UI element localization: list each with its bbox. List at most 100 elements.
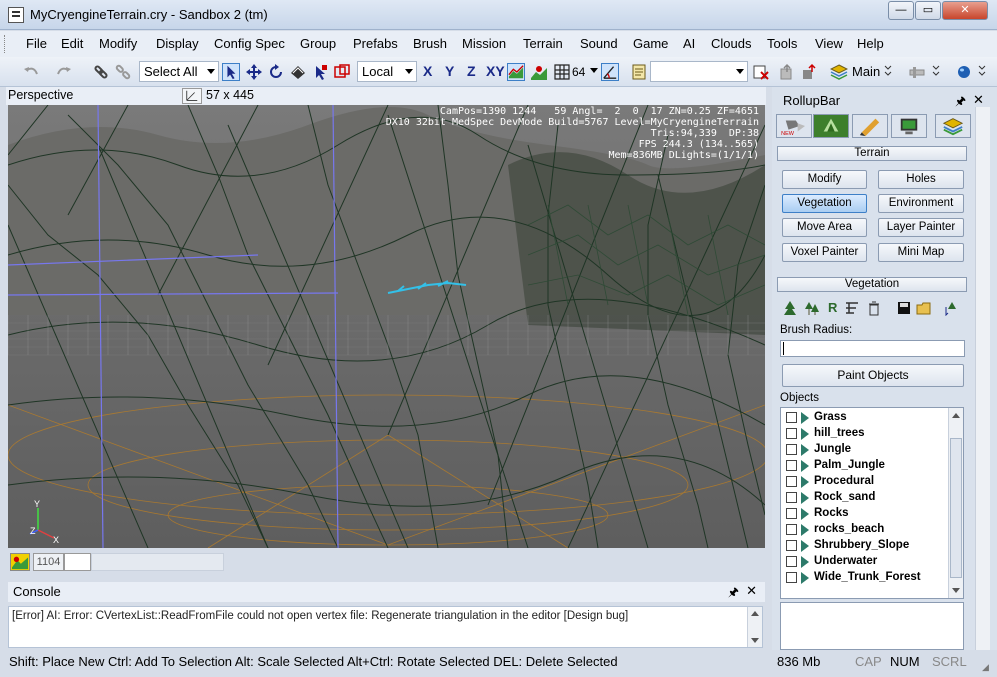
notes-icon[interactable] <box>630 63 648 81</box>
toolbar-overflow-icon[interactable] <box>884 63 892 81</box>
menu-config-spec[interactable]: Config Spec <box>214 36 285 51</box>
holes-button[interactable]: Holes <box>878 170 964 189</box>
axis-z-button[interactable]: Z <box>467 63 476 79</box>
layer-combo[interactable] <box>650 61 748 82</box>
rename-icon[interactable]: R <box>828 300 837 315</box>
vegetation-section-header[interactable]: Vegetation <box>777 277 967 292</box>
menu-edit[interactable]: Edit <box>61 36 83 51</box>
add-trees-icon[interactable] <box>804 300 820 316</box>
layout-label[interactable]: Main <box>852 64 880 84</box>
expand-icon[interactable] <box>801 444 809 456</box>
link-icon[interactable] <box>92 63 110 81</box>
expand-icon[interactable] <box>801 412 809 424</box>
object-checkbox[interactable] <box>786 572 797 583</box>
select-terrain-icon[interactable] <box>311 63 329 81</box>
move-icon[interactable] <box>245 63 263 81</box>
globe-icon[interactable] <box>955 63 973 81</box>
console-log[interactable]: [Error] AI: Error: CVertexList::ReadFrom… <box>8 606 763 648</box>
open-folder-icon[interactable] <box>916 300 932 316</box>
expand-icon[interactable] <box>801 556 809 568</box>
terrain-mode-icon[interactable] <box>10 553 30 571</box>
voxel-painter-button[interactable]: Voxel Painter <box>782 243 867 262</box>
grid-icon[interactable] <box>553 63 571 81</box>
expand-icon[interactable] <box>801 476 809 488</box>
object-checkbox[interactable] <box>786 460 797 471</box>
perspective-viewport[interactable]: CamPos=1390 1244 59 Angl= 2 0 17 ZN=0.25… <box>8 105 765 548</box>
brush-radius-input[interactable] <box>780 340 965 357</box>
track-view-icon[interactable] <box>908 63 926 81</box>
group-icon[interactable] <box>844 300 860 316</box>
coordinate-system-combo[interactable]: Local <box>357 61 417 82</box>
modify-button[interactable]: Modify <box>782 170 867 189</box>
save-icon[interactable] <box>896 300 912 316</box>
redo-icon[interactable] <box>55 63 73 81</box>
export-icon[interactable] <box>800 63 818 81</box>
delete-layer-icon[interactable] <box>752 63 770 81</box>
toolbar-overflow-icon[interactable] <box>978 63 986 81</box>
rollup-scrollbar[interactable] <box>975 107 990 650</box>
expand-icon[interactable] <box>801 524 809 536</box>
rotate-icon[interactable] <box>267 63 285 81</box>
snap-region-icon[interactable] <box>333 63 351 81</box>
object-checkbox[interactable] <box>786 556 797 567</box>
scale-icon[interactable] <box>289 63 307 81</box>
menu-help[interactable]: Help <box>857 36 884 51</box>
vegetation-button[interactable]: Vegetation <box>782 194 867 213</box>
tab-modeling[interactable] <box>852 114 888 138</box>
snap-objects-icon[interactable] <box>530 63 548 81</box>
object-checkbox[interactable] <box>786 524 797 535</box>
follow-terrain-icon[interactable] <box>507 63 525 81</box>
tab-layers[interactable] <box>935 114 971 138</box>
object-checkbox[interactable] <box>786 508 797 519</box>
menu-game[interactable]: Game <box>633 36 668 51</box>
add-tree-icon[interactable] <box>782 300 798 316</box>
menu-group[interactable]: Group <box>300 36 336 51</box>
mini-map-button[interactable]: Mini Map <box>878 243 964 262</box>
environment-button[interactable]: Environment <box>878 194 964 213</box>
scroll-down-icon[interactable] <box>751 638 759 643</box>
select-vegetation-icon[interactable] <box>944 300 960 316</box>
object-checkbox[interactable] <box>786 444 797 455</box>
goto-selection-icon[interactable] <box>778 63 796 81</box>
paint-objects-button[interactable]: Paint Objects <box>782 364 964 387</box>
menu-tools[interactable]: Tools <box>767 36 797 51</box>
pin-icon[interactable]: 🖈 <box>728 583 739 604</box>
expand-icon[interactable] <box>801 508 809 520</box>
menu-grip[interactable] <box>4 35 7 53</box>
menu-terrain[interactable]: Terrain <box>523 36 563 51</box>
menu-prefabs[interactable]: Prefabs <box>353 36 398 51</box>
tab-display[interactable] <box>891 114 927 138</box>
close-button[interactable]: ✕ <box>942 1 988 20</box>
tab-objects[interactable]: NEW <box>776 114 812 138</box>
unlink-icon[interactable] <box>114 63 132 81</box>
menu-brush[interactable]: Brush <box>413 36 447 51</box>
expand-icon[interactable] <box>801 428 809 440</box>
terrain-section-header[interactable]: Terrain <box>777 146 967 161</box>
expand-icon[interactable] <box>801 460 809 472</box>
object-checkbox[interactable] <box>786 492 797 503</box>
menu-view[interactable]: View <box>815 36 843 51</box>
layer-painter-button[interactable]: Layer Painter <box>878 218 964 237</box>
move-area-button[interactable]: Move Area <box>782 218 867 237</box>
close-icon[interactable]: ✕ <box>746 583 757 599</box>
menu-display[interactable]: Display <box>156 36 199 51</box>
object-checkbox[interactable] <box>786 428 797 439</box>
object-checkbox[interactable] <box>786 412 797 423</box>
expand-icon[interactable] <box>801 540 809 552</box>
menu-clouds[interactable]: Clouds <box>711 36 751 51</box>
trash-icon[interactable] <box>866 300 882 316</box>
object-checkbox[interactable] <box>786 540 797 551</box>
tab-terrain[interactable] <box>813 114 849 138</box>
scroll-up-icon[interactable] <box>952 413 960 418</box>
axis-y-button[interactable]: Y <box>445 63 454 79</box>
expand-icon[interactable] <box>801 572 809 584</box>
angle-snap-icon[interactable] <box>601 63 619 81</box>
scroll-down-icon[interactable] <box>952 588 960 593</box>
maximize-button[interactable]: ▭ <box>915 1 941 20</box>
layers-icon[interactable] <box>830 63 848 81</box>
speed-value[interactable]: 1104 <box>33 553 64 571</box>
undo-icon[interactable] <box>22 63 40 81</box>
pin-icon[interactable]: 🖈 <box>955 92 966 113</box>
expand-icon[interactable] <box>801 492 809 504</box>
menu-file[interactable]: File <box>26 36 47 51</box>
